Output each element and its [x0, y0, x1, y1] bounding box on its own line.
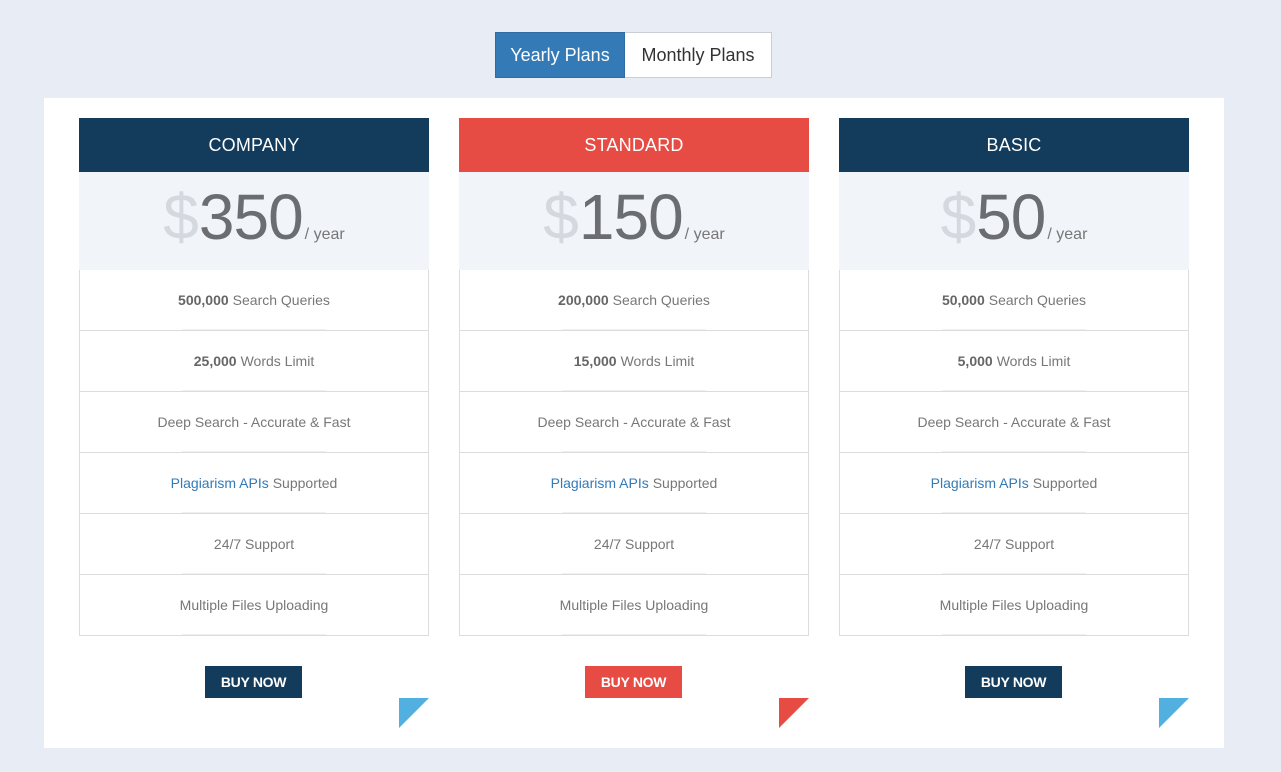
plan-period-toggle: Yearly Plans Monthly Plans: [495, 32, 772, 78]
feature-deep-search: Deep Search - Accurate & Fast: [80, 392, 428, 453]
feature-label: Multiple Files Uploading: [559, 597, 709, 613]
feature-label: Deep Search - Accurate & Fast: [537, 414, 731, 430]
plan-card-company: COMPANY $ 350 / year 500,000 Search Quer…: [79, 118, 429, 728]
corner-ribbon-icon: [1159, 698, 1189, 728]
feature-api: Plagiarism APIs Supported: [460, 453, 808, 514]
plan-title: STANDARD: [459, 118, 809, 172]
yearly-plans-tab[interactable]: Yearly Plans: [495, 32, 625, 78]
plan-title: COMPANY: [79, 118, 429, 172]
feature-label: Search Queries: [612, 292, 710, 308]
feature-search-queries: 50,000 Search Queries: [840, 270, 1188, 331]
feature-label: Supported: [652, 475, 718, 491]
pricing-panel: COMPANY $ 350 / year 500,000 Search Quer…: [44, 98, 1224, 748]
feature-label: Words Limit: [620, 353, 695, 369]
feature-label: 24/7 Support: [593, 536, 675, 552]
monthly-plans-tab[interactable]: Monthly Plans: [625, 32, 772, 78]
plan-price: $ 150 / year: [459, 172, 809, 270]
feature-label: Words Limit: [996, 353, 1071, 369]
feature-label: Deep Search - Accurate & Fast: [917, 414, 1111, 430]
plagiarism-apis-link[interactable]: Plagiarism APIs: [931, 475, 1029, 491]
feature-support: 24/7 Support: [80, 514, 428, 575]
feature-value: 15,000: [573, 353, 617, 369]
buy-now-button[interactable]: BUY NOW: [965, 666, 1062, 698]
feature-words-limit: 15,000 Words Limit: [460, 331, 808, 392]
feature-label: Supported: [272, 475, 338, 491]
feature-support: 24/7 Support: [840, 514, 1188, 575]
feature-uploading: Multiple Files Uploading: [460, 575, 808, 636]
currency-symbol: $: [543, 181, 579, 253]
plan-price: $ 350 / year: [79, 172, 429, 270]
feature-label: Multiple Files Uploading: [939, 597, 1089, 613]
feature-value: 5,000: [957, 353, 993, 369]
currency-symbol: $: [163, 181, 199, 253]
price-period: / year: [304, 226, 345, 243]
feature-label: Search Queries: [988, 292, 1087, 308]
currency-symbol: $: [940, 181, 977, 253]
feature-value: 500,000: [178, 292, 229, 308]
plan-title: BASIC: [839, 118, 1189, 172]
feature-label: Deep Search - Accurate & Fast: [157, 414, 351, 430]
feature-list: 200,000 Search Queries 15,000 Words Limi…: [459, 270, 809, 636]
corner-ribbon-icon: [779, 698, 809, 728]
buy-now-button[interactable]: BUY NOW: [585, 666, 682, 698]
feature-list: 50,000 Search Queries 5,000 Words Limit …: [839, 270, 1189, 636]
feature-uploading: Multiple Files Uploading: [840, 575, 1188, 636]
plan-price: $ 50 / year: [839, 172, 1189, 270]
price-period: / year: [684, 226, 725, 243]
price-amount: 150: [578, 181, 684, 253]
feature-words-limit: 25,000 Words Limit: [80, 331, 428, 392]
feature-support: 24/7 Support: [460, 514, 808, 575]
price-period: / year: [1047, 226, 1088, 243]
feature-search-queries: 200,000 Search Queries: [460, 270, 808, 331]
feature-api: Plagiarism APIs Supported: [80, 453, 428, 514]
feature-api: Plagiarism APIs Supported: [840, 453, 1188, 514]
feature-value: 200,000: [558, 292, 609, 308]
feature-value: 25,000: [193, 353, 237, 369]
feature-label: Search Queries: [232, 292, 330, 308]
plagiarism-apis-link[interactable]: Plagiarism APIs: [551, 475, 649, 491]
plan-card-standard: STANDARD $ 150 / year 200,000 Search Que…: [459, 118, 809, 728]
feature-label: Multiple Files Uploading: [179, 597, 329, 613]
feature-label: Supported: [1032, 475, 1098, 491]
feature-deep-search: Deep Search - Accurate & Fast: [460, 392, 808, 453]
feature-search-queries: 500,000 Search Queries: [80, 270, 428, 331]
feature-words-limit: 5,000 Words Limit: [840, 331, 1188, 392]
price-amount: 350: [198, 181, 304, 253]
feature-deep-search: Deep Search - Accurate & Fast: [840, 392, 1188, 453]
feature-label: Words Limit: [240, 353, 315, 369]
feature-label: 24/7 Support: [213, 536, 295, 552]
feature-value: 50,000: [941, 292, 985, 308]
corner-ribbon-icon: [399, 698, 429, 728]
plagiarism-apis-link[interactable]: Plagiarism APIs: [171, 475, 269, 491]
plan-card-basic: BASIC $ 50 / year 50,000 Search Queries …: [839, 118, 1189, 728]
price-amount: 50: [976, 181, 1046, 253]
feature-uploading: Multiple Files Uploading: [80, 575, 428, 636]
feature-label: 24/7 Support: [973, 536, 1055, 552]
buy-now-button[interactable]: BUY NOW: [205, 666, 302, 698]
feature-list: 500,000 Search Queries 25,000 Words Limi…: [79, 270, 429, 636]
